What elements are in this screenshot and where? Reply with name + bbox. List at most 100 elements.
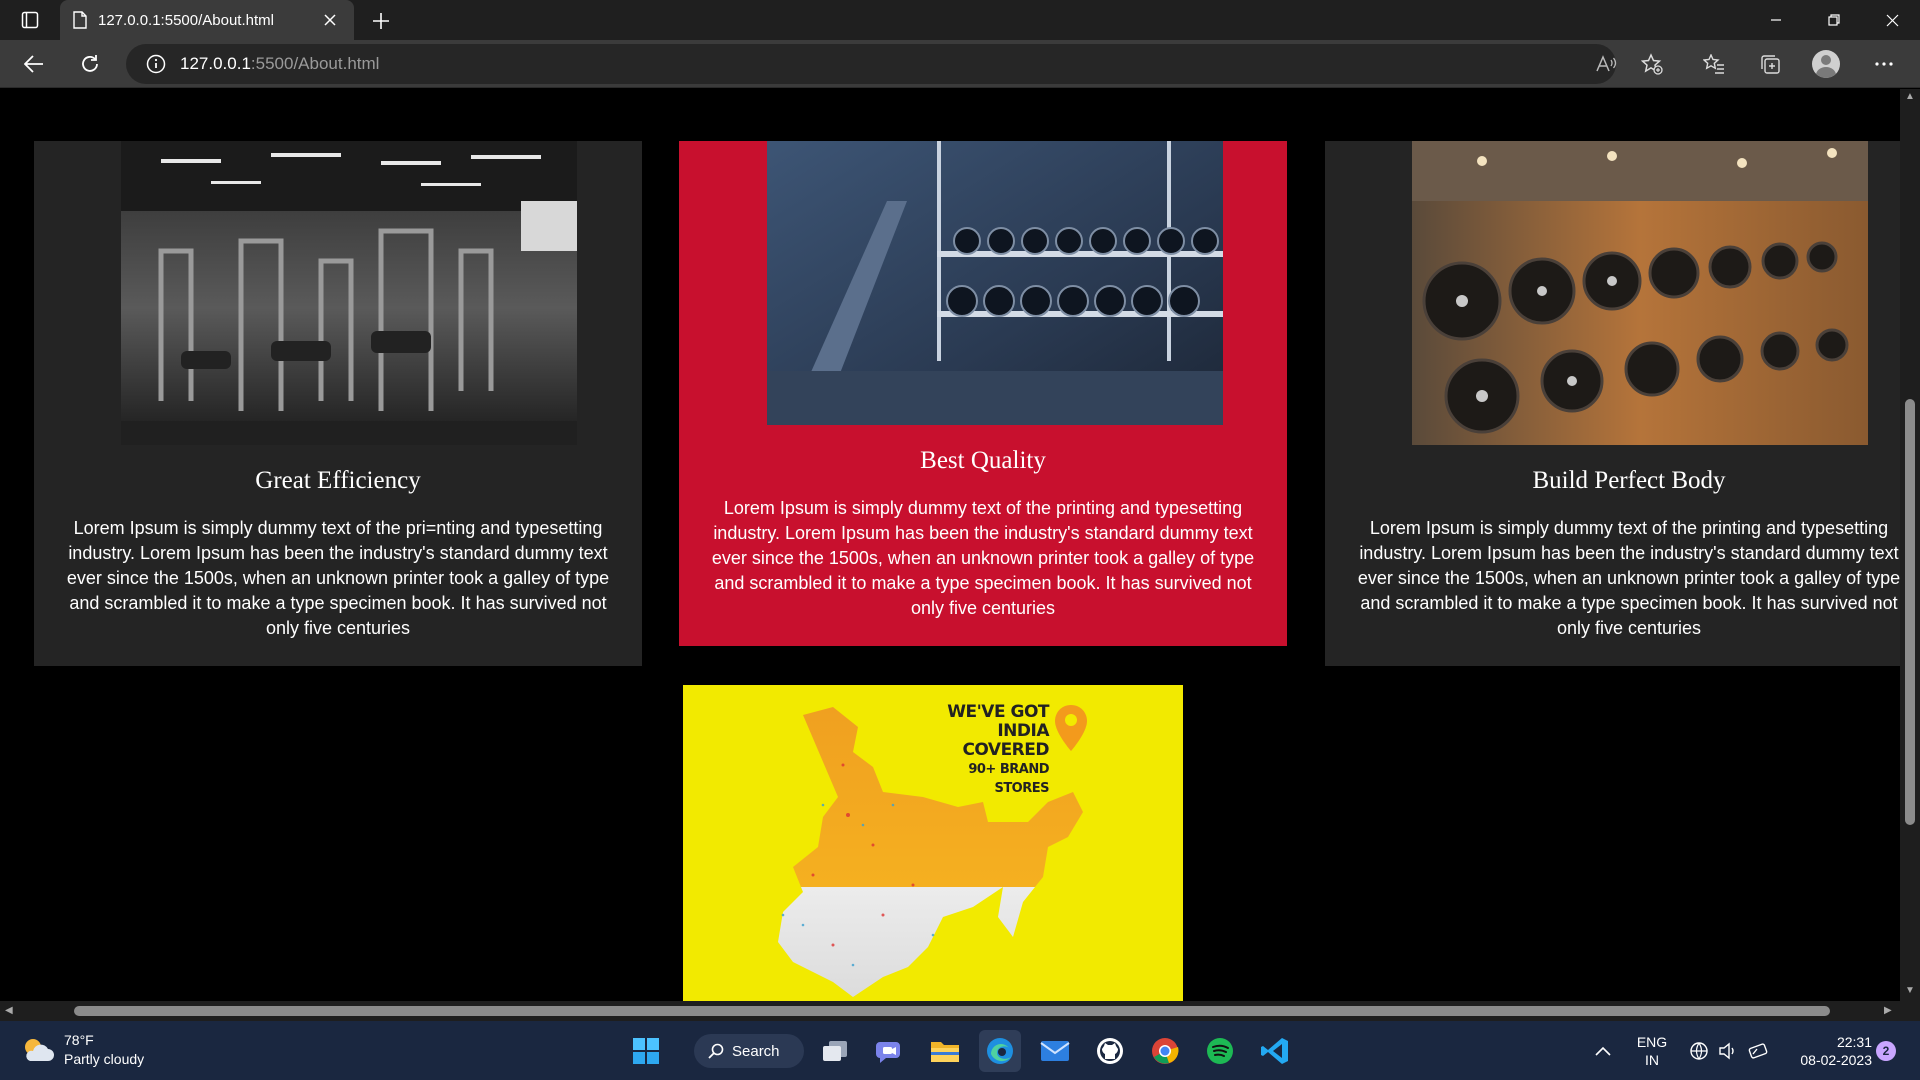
- tab-actions-icon: [21, 11, 39, 29]
- mail-button[interactable]: [1034, 1030, 1076, 1072]
- show-hidden-icons-button[interactable]: [1588, 1030, 1618, 1072]
- network-globe-icon: [1689, 1042, 1708, 1060]
- horizontal-scrollbar[interactable]: ◀ ▶: [0, 1001, 1900, 1021]
- region-code: IN: [1645, 1052, 1659, 1068]
- tab-title: 127.0.0.1:5500/About.html: [98, 11, 274, 29]
- vscode-button[interactable]: [1254, 1030, 1296, 1072]
- task-view-button[interactable]: [814, 1030, 856, 1072]
- chrome-button[interactable]: [1144, 1030, 1186, 1072]
- spotify-icon: [1207, 1038, 1233, 1064]
- close-icon: [324, 14, 336, 26]
- new-tab-button[interactable]: [366, 6, 396, 36]
- tab-actions-button[interactable]: [12, 6, 48, 34]
- scroll-down-icon[interactable]: ▼: [1905, 985, 1915, 996]
- language-indicator[interactable]: ENG IN: [1634, 1033, 1670, 1069]
- weather-widget[interactable]: 78°F Partly cloudy: [20, 1031, 144, 1069]
- vscode-icon: [1261, 1038, 1288, 1064]
- volume-icon: [1719, 1042, 1734, 1060]
- read-aloud-button[interactable]: [1588, 48, 1624, 80]
- weather-temperature: 78°F: [64, 1032, 94, 1048]
- vertical-scrollbar[interactable]: ▲ ▼: [1900, 89, 1920, 1001]
- feature-card-quality: Best Quality Lorem Ipsum is simply dummy…: [679, 141, 1287, 646]
- back-button[interactable]: [16, 48, 52, 80]
- card-title: Build Perfect Body: [1532, 467, 1726, 494]
- minimize-icon: [1771, 19, 1781, 21]
- dumbbells-row-photo: [1412, 141, 1868, 445]
- collections-button[interactable]: [1752, 48, 1788, 80]
- info-icon[interactable]: [146, 54, 166, 74]
- screen: 127.0.0.1:5500/About.html 127.0.0.1:5500…: [0, 0, 1920, 1080]
- windows-taskbar: 78°F Partly cloudy Search ENG IN 22:31 0…: [0, 1021, 1920, 1080]
- browser-tabbar: 127.0.0.1:5500/About.html: [0, 0, 1920, 40]
- close-icon: [1886, 14, 1898, 26]
- browser-toolbar: 127.0.0.1:5500/About.html: [0, 40, 1920, 88]
- address-bar[interactable]: 127.0.0.1:5500/About.html: [126, 44, 1616, 84]
- language-code: ENG: [1636, 1034, 1668, 1050]
- minimize-button[interactable]: [1748, 0, 1804, 40]
- taskbar-search-button[interactable]: Search: [694, 1034, 804, 1068]
- quick-settings-button[interactable]: [1684, 1030, 1774, 1072]
- favorites-icon: [1703, 54, 1724, 74]
- card-text: Lorem Ipsum is simply dummy text of the …: [1357, 518, 1900, 638]
- chevron-up-icon: [1595, 1046, 1611, 1056]
- notification-badge[interactable]: 2: [1876, 1041, 1896, 1061]
- mail-icon: [1040, 1041, 1070, 1061]
- star-plus-icon: [1641, 53, 1663, 75]
- favorites-button[interactable]: [1696, 48, 1732, 80]
- read-aloud-icon: [1596, 55, 1617, 72]
- add-favorite-button[interactable]: [1634, 48, 1670, 80]
- windows-logo-icon: [633, 1038, 659, 1064]
- india-stores-banner: WE'VE GOT INDIA COVERED 90+ BRAND STORES: [683, 685, 1183, 1001]
- github-icon: [1097, 1038, 1123, 1064]
- page-icon: [73, 11, 87, 29]
- banner-line-1: WE'VE GOT: [947, 702, 1049, 722]
- spotify-button[interactable]: [1199, 1030, 1241, 1072]
- partly-cloudy-icon: [25, 1039, 54, 1061]
- scrollbar-corner: [1900, 1001, 1920, 1021]
- search-icon: [708, 1043, 724, 1059]
- banner-heading: WE'VE GOT INDIA COVERED 90+ BRAND STORES: [939, 703, 1049, 798]
- card-text: Lorem Ipsum is simply dummy text of the …: [66, 518, 610, 638]
- close-window-button[interactable]: [1864, 0, 1920, 40]
- url-host: 127.0.0.1: [180, 54, 251, 73]
- chat-icon: [876, 1042, 900, 1063]
- banner-line-2: INDIA COVERED: [962, 721, 1049, 760]
- feature-card-body: Build Perfect Body Lorem Ipsum is simply…: [1325, 141, 1900, 666]
- horizontal-scroll-thumb[interactable]: [74, 1006, 1830, 1016]
- search-label: Search: [732, 1042, 780, 1060]
- vertical-scroll-thumb[interactable]: [1905, 399, 1915, 825]
- settings-more-button[interactable]: [1866, 48, 1902, 80]
- gym-machines-photo: [121, 141, 577, 445]
- start-button[interactable]: [625, 1030, 667, 1072]
- scroll-up-icon[interactable]: ▲: [1905, 91, 1915, 102]
- scroll-right-icon[interactable]: ▶: [1884, 1005, 1892, 1016]
- teams-chat-button[interactable]: [869, 1030, 911, 1072]
- edge-icon: [987, 1038, 1013, 1064]
- tab-close-button[interactable]: [318, 8, 342, 32]
- location-pin-icon: [1055, 705, 1087, 751]
- file-explorer-button[interactable]: [924, 1030, 966, 1072]
- battery-icon: [1748, 1043, 1768, 1059]
- edge-browser-button[interactable]: [979, 1030, 1021, 1072]
- chrome-icon: [1152, 1038, 1179, 1064]
- github-button[interactable]: [1089, 1030, 1131, 1072]
- profile-button[interactable]: [1808, 48, 1844, 80]
- feature-card-efficiency: Great Efficiency Lorem Ipsum is simply d…: [34, 141, 642, 666]
- tab-about[interactable]: 127.0.0.1:5500/About.html: [60, 0, 354, 40]
- restore-button[interactable]: [1806, 0, 1862, 40]
- card-text: Lorem Ipsum is simply dummy text of the …: [711, 498, 1255, 618]
- clock[interactable]: 22:31 08-02-2023: [1782, 1033, 1872, 1069]
- folder-icon: [931, 1042, 959, 1062]
- card-title: Best Quality: [920, 447, 1046, 474]
- back-arrow-icon: [24, 55, 43, 73]
- page-viewport: Great Efficiency Lorem Ipsum is simply d…: [0, 89, 1900, 1001]
- restore-icon: [1828, 14, 1840, 26]
- clock-date: 08-02-2023: [1800, 1052, 1872, 1068]
- card-title: Great Efficiency: [255, 467, 421, 494]
- reload-icon: [82, 55, 98, 72]
- scroll-left-icon[interactable]: ◀: [5, 1005, 13, 1016]
- reload-button[interactable]: [72, 48, 108, 80]
- url-text: 127.0.0.1:5500/About.html: [180, 54, 379, 74]
- collections-icon: [1761, 55, 1780, 74]
- task-view-icon: [823, 1041, 847, 1061]
